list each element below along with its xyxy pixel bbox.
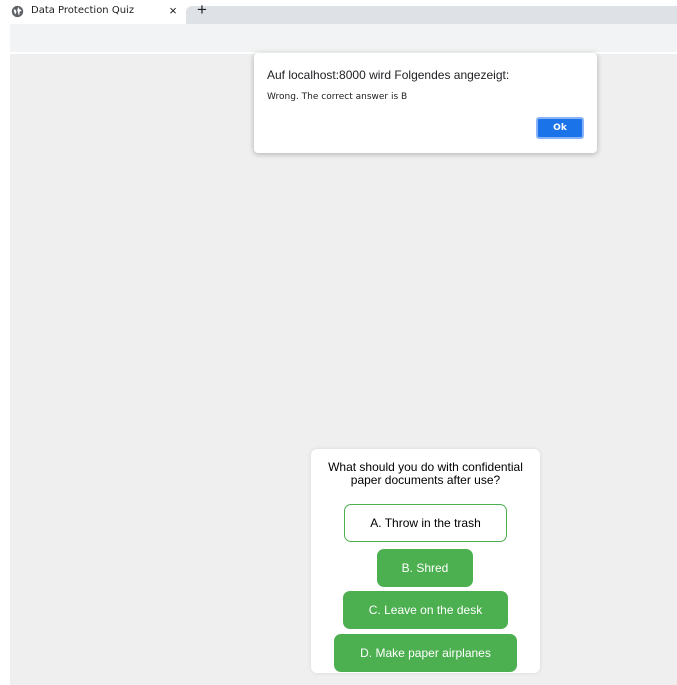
browser-tab[interactable]: Data Protection Quiz × xyxy=(0,0,186,24)
ok-button[interactable]: Ok xyxy=(536,117,584,139)
dialog-message: Wrong. The correct answer is B xyxy=(267,92,408,102)
new-tab-button[interactable]: + xyxy=(194,1,210,19)
globe-icon xyxy=(11,5,24,18)
quiz-question: What should you do with confidential pap… xyxy=(328,460,523,487)
quiz-card: What should you do with confidential pap… xyxy=(311,449,540,673)
tab-strip-background xyxy=(186,6,677,24)
answer-d-button[interactable]: D. Make paper airplanes xyxy=(334,634,517,672)
answer-a-button[interactable]: A. Throw in the trash xyxy=(344,504,507,542)
answer-b-button[interactable]: B. Shred xyxy=(377,549,473,587)
browser-toolbar xyxy=(10,24,677,52)
close-tab-icon[interactable]: × xyxy=(166,3,180,19)
browser-tab-strip: Data Protection Quiz × + xyxy=(0,0,677,24)
dialog-title: Auf localhost:8000 wird Folgendes angeze… xyxy=(267,68,510,82)
alert-dialog: Auf localhost:8000 wird Folgendes angeze… xyxy=(254,53,597,153)
tab-title: Data Protection Quiz xyxy=(31,5,135,16)
answer-c-button[interactable]: C. Leave on the desk xyxy=(343,591,508,629)
